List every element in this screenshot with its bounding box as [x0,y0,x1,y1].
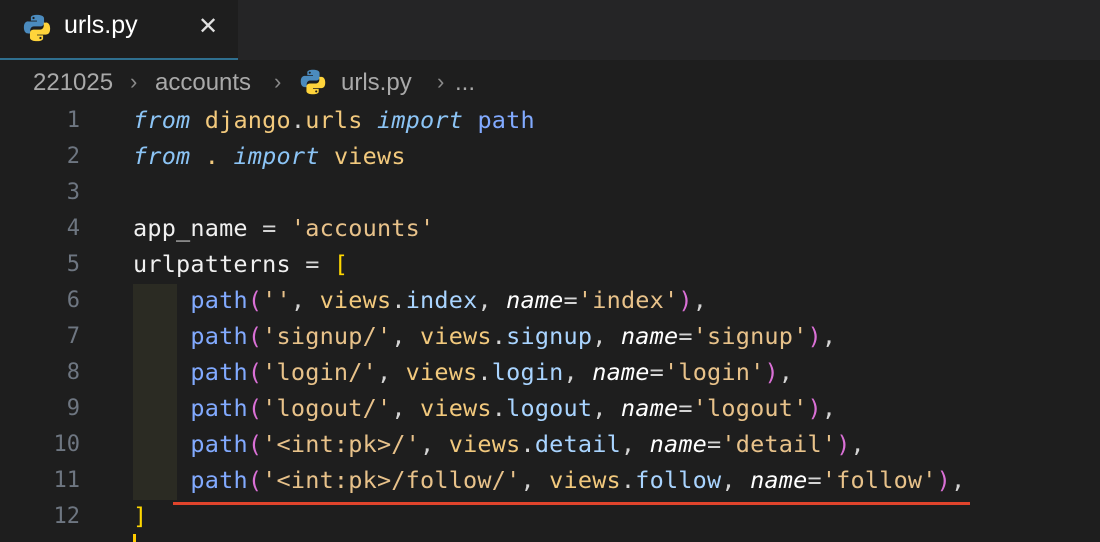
line-number: 7 [66,324,80,349]
tab-urls-py[interactable]: urls.py ✕ [0,0,238,60]
line-number: 10 [53,432,81,457]
code-line: 3 [0,176,1100,212]
breadcrumb-item-file[interactable]: urls.py [341,69,412,97]
code-line: 1 from django.urls import path [0,104,1100,140]
python-icon [23,14,51,42]
line-number: 3 [66,180,80,205]
line-text: ] [133,502,148,530]
tab-label: urls.py [64,11,138,39]
line-text: path('<int:pk>/', views.detail, name='de… [190,430,865,458]
chevron-right-icon: › [274,69,282,94]
code-line: 10 path('<int:pk>/', views.detail, name=… [0,428,1100,464]
line-number: 6 [66,288,80,313]
line-number: 12 [53,504,81,529]
code-editor[interactable]: 1 from django.urls import path 2 from . … [0,104,1100,542]
line-text: path('logout/', views.logout, name='logo… [190,394,837,422]
line-text: path('signup/', views.signup, name='sign… [190,322,837,350]
code-line: 5 urlpatterns = [ [0,248,1100,284]
breadcrumb-item-accounts[interactable]: accounts [155,69,251,97]
tab-bar: urls.py ✕ [0,0,1100,60]
close-icon[interactable]: ✕ [198,12,218,40]
chevron-right-icon: › [437,69,445,94]
code-line: 8 path('login/', views.login, name='logi… [0,356,1100,392]
line-text: from django.urls import path [133,106,535,134]
code-line: 4 app_name = 'accounts' [0,212,1100,248]
code-line: 11 path('<int:pk>/follow/', views.follow… [0,464,1100,500]
breadcrumb-item-symbols[interactable]: ... [455,69,475,97]
breadcrumb-item-folder[interactable]: 221025 [33,69,113,97]
line-text: path('<int:pk>/follow/', views.follow, n… [190,466,966,494]
code-line: 2 from . import views [0,140,1100,176]
code-line: 12 ] [0,500,1100,536]
line-text: app_name = 'accounts' [133,214,435,242]
python-icon [300,69,326,95]
line-number: 4 [66,216,80,241]
line-number: 11 [53,468,81,493]
line-text: path('login/', views.login, name='login'… [190,358,794,386]
code-line: 9 path('logout/', views.logout, name='lo… [0,392,1100,428]
line-text: urlpatterns = [ [133,250,349,278]
line-number: 9 [66,396,80,421]
line-number: 5 [66,252,80,277]
code-line: 7 path('signup/', views.signup, name='si… [0,320,1100,356]
line-text: path('', views.index, name='index'), [190,286,708,314]
breadcrumb: 221025 › accounts › urls.py › ... [0,60,1100,104]
text-cursor [133,534,136,542]
line-number: 2 [66,144,80,169]
line-number: 1 [66,108,80,133]
line-text: from . import views [133,142,406,170]
line-number: 8 [66,360,80,385]
chevron-right-icon: › [130,69,138,94]
code-line: 6 path('', views.index, name='index'), [0,284,1100,320]
